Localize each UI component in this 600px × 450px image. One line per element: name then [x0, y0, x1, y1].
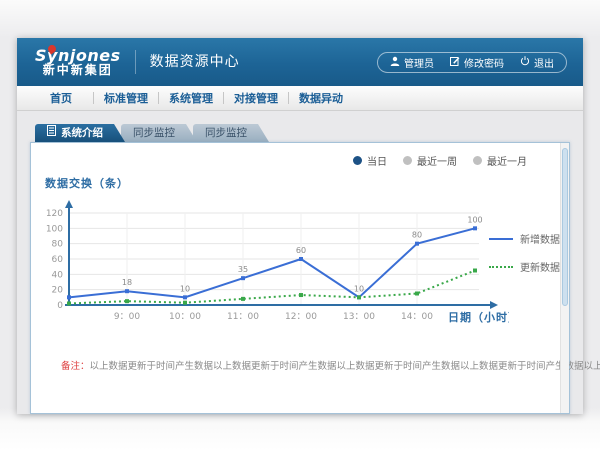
range-label: 最近一周	[417, 153, 457, 168]
svg-text:10: 10	[180, 284, 190, 293]
main-nav: 首页 标准管理 系统管理 对接管理 数据异动	[17, 86, 583, 111]
line-chart: 0 20 40 60 80 100 120 9：00 10：00 11：00 12：00 13：00 1…	[39, 193, 509, 333]
svg-text:日期（小时）: 日期（小时）	[448, 310, 509, 324]
change-password-button[interactable]: 修改密码	[450, 55, 504, 70]
svg-text:120: 120	[46, 209, 63, 219]
logout-button[interactable]: 退出	[520, 55, 554, 70]
app-window: Synjones 新中新集团 数据资源中心 管理员 修改密码	[17, 38, 583, 414]
svg-text:10: 10	[354, 284, 364, 293]
svg-text:80: 80	[412, 231, 422, 240]
footnote-text: 以上数据更新于时间产生数据以上数据更新于时间产生数据以上数据更新于时间产生数据以…	[90, 361, 600, 372]
svg-text:10：00: 10：00	[169, 312, 201, 322]
tab-label: 系统介绍	[61, 124, 103, 142]
nav-item-system-mgmt[interactable]: 系统管理	[159, 90, 223, 106]
tab-label: 同步监控	[205, 127, 247, 139]
edit-icon	[450, 56, 460, 69]
user-icon	[390, 56, 400, 69]
svg-text:100: 100	[467, 215, 482, 224]
svg-text:100: 100	[46, 224, 63, 234]
legend-label: 新增数据	[520, 231, 560, 246]
nav-item-data-change[interactable]: 数据异动	[289, 90, 353, 106]
svg-text:11：00: 11：00	[227, 312, 259, 322]
svg-text:60: 60	[52, 255, 64, 265]
range-label: 最近一月	[487, 153, 527, 168]
document-icon	[47, 124, 56, 142]
tab-sync-monitor-2[interactable]: 同步监控	[193, 124, 269, 142]
tab-bar: 系统介绍 同步监控 同步监控	[35, 124, 570, 142]
header: Synjones 新中新集团 数据资源中心 管理员 修改密码	[17, 38, 583, 86]
svg-text:13：00: 13：00	[343, 312, 375, 322]
tab-sync-monitor-1[interactable]: 同步监控	[121, 124, 197, 142]
legend-line-dotted-icon	[489, 266, 513, 268]
tab-system-intro[interactable]: 系统介绍	[35, 124, 125, 142]
radio-selected-icon	[353, 156, 362, 165]
svg-text:80: 80	[52, 240, 64, 250]
scrollbar-track[interactable]	[560, 143, 569, 413]
range-option-last-week[interactable]: 最近一周	[403, 153, 457, 168]
legend-label: 更新数据	[520, 259, 560, 274]
svg-text:14：00: 14：00	[401, 312, 433, 322]
footnote: 备注：以上数据更新于时间产生数据以上数据更新于时间产生数据以上数据更新于时间产生…	[61, 358, 600, 372]
change-password-label: 修改密码	[464, 55, 504, 70]
nav-item-home[interactable]: 首页	[29, 90, 93, 106]
nav-item-standard-mgmt[interactable]: 标准管理	[94, 90, 158, 106]
chart-legend: 新增数据 更新数据	[489, 231, 560, 274]
user-toolbar: 管理员 修改密码 退出	[377, 52, 567, 73]
user-label: 管理员	[404, 55, 434, 70]
scrollbar-thumb[interactable]	[562, 148, 568, 306]
range-option-last-month[interactable]: 最近一月	[473, 153, 527, 168]
legend-line-solid-icon	[489, 238, 513, 240]
time-range-selector: 当日 最近一周 最近一月	[353, 153, 527, 168]
svg-text:35: 35	[238, 265, 248, 274]
radio-icon	[403, 156, 412, 165]
svg-text:18: 18	[122, 278, 132, 287]
svg-text:20: 20	[52, 286, 64, 296]
logo-subtext: 新中新集团	[35, 64, 121, 77]
legend-item-update-data: 更新数据	[489, 259, 560, 274]
logo: Synjones 新中新集团	[35, 47, 121, 78]
svg-text:0: 0	[57, 301, 63, 311]
radio-icon	[473, 156, 482, 165]
power-icon	[520, 56, 530, 69]
content-area: 系统介绍 同步监控 同步监控 当日 最近一周	[17, 111, 583, 414]
range-label: 当日	[367, 153, 387, 168]
tab-label: 同步监控	[133, 127, 175, 139]
nav-item-integration-mgmt[interactable]: 对接管理	[224, 90, 288, 106]
svg-text:9：00: 9：00	[114, 312, 140, 322]
range-option-today[interactable]: 当日	[353, 153, 387, 168]
svg-text:12：00: 12：00	[285, 312, 317, 322]
logout-label: 退出	[534, 55, 554, 70]
current-user-button[interactable]: 管理员	[390, 55, 434, 70]
page-title: 数据资源中心	[135, 50, 240, 74]
svg-text:60: 60	[296, 246, 306, 255]
svg-text:40: 40	[52, 270, 64, 280]
y-axis-title: 数据交换（条）	[45, 175, 129, 191]
chart-panel: 当日 最近一周 最近一月 数据交换（条） 0 20 40 60 80 100 120 9：00…	[30, 142, 570, 414]
footnote-prefix: 备注：	[61, 361, 90, 372]
legend-item-new-data: 新增数据	[489, 231, 560, 246]
